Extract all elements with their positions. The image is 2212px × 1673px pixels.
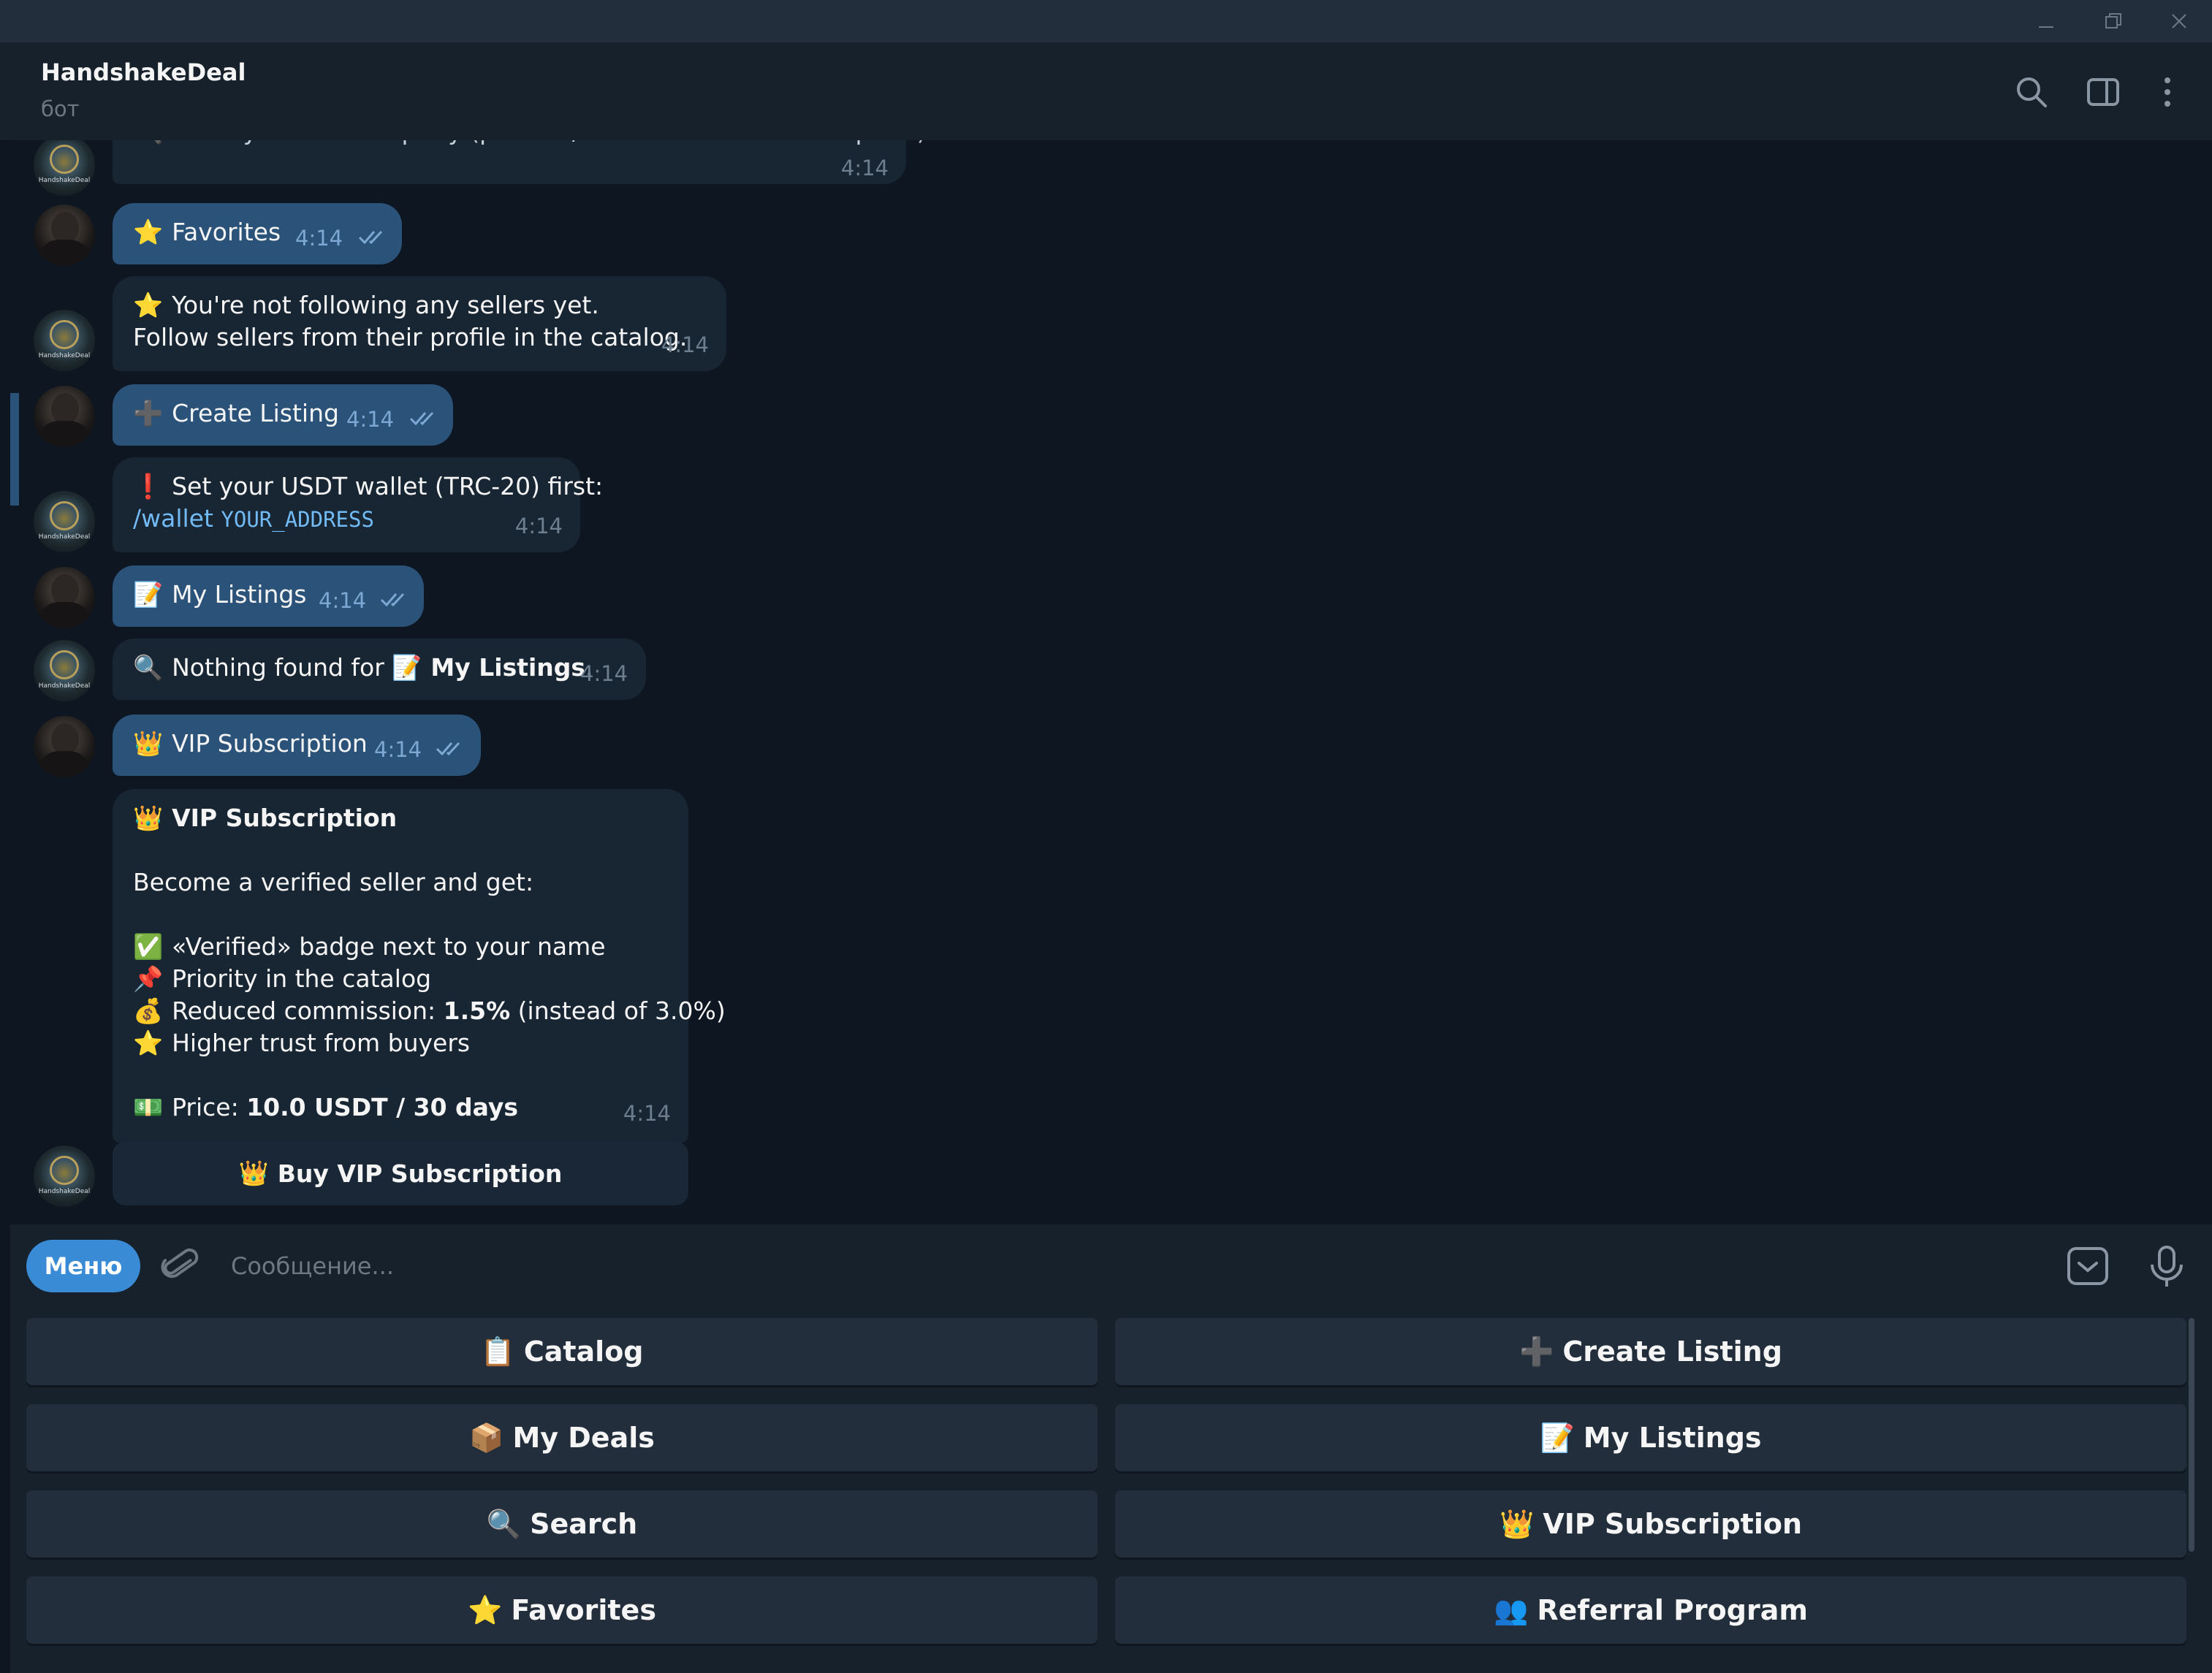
selection-indicator [10, 393, 19, 506]
message-set-wallet: ❗ Set your USDT wallet (TRC-20) first: /w… [113, 457, 603, 552]
minimize-icon[interactable] [2017, 0, 2075, 42]
keyboard-button-referral-program[interactable]: 👥 Referral Program [1115, 1577, 2186, 1644]
chat-header[interactable]: HandshakeDeal бот [0, 42, 2212, 142]
message-nothing-found: 🔍 Nothing found for 📝 My Listings. 4:14 [113, 639, 646, 700]
buy-vip-inline-button[interactable]: 👑 Buy VIP Subscription [113, 1141, 688, 1205]
message-composer: Меню [10, 1224, 2212, 1305]
user-avatar[interactable] [34, 716, 95, 777]
keyboard-button-catalog[interactable]: 📋 Catalog [26, 1318, 1098, 1385]
user-avatar[interactable] [34, 567, 95, 628]
keyboard-button-create-listing[interactable]: ➕ Create Listing [1115, 1318, 2186, 1385]
microphone-icon[interactable] [2141, 1241, 2192, 1292]
keyboard-button-my-deals[interactable]: 📦 My Deals [26, 1404, 1098, 1471]
restore-icon[interactable] [2084, 0, 2143, 42]
close-icon[interactable] [2150, 0, 2208, 42]
bot-avatar[interactable]: HandshakeDeal [34, 491, 95, 552]
keyboard-button-vip-subscription[interactable]: 👑 VIP Subscription [1115, 1490, 2186, 1558]
message-favorites: ⭐ Favorites 4:14 [113, 203, 402, 264]
bot-avatar[interactable]: HandshakeDeal [34, 1146, 95, 1207]
user-avatar[interactable] [34, 386, 95, 447]
wallet-address-code[interactable]: YOUR_ADDRESS [221, 507, 374, 532]
read-checkmarks-icon [358, 230, 383, 245]
bot-avatar[interactable]: HandshakeDeal [34, 640, 95, 701]
wallet-command-link[interactable]: /wallet [133, 504, 213, 533]
bot-avatar[interactable]: HandshakeDeal [34, 310, 95, 371]
menu-button[interactable]: Меню [26, 1240, 140, 1292]
message-create-listing: ➕ Create Listing 4:14 [113, 384, 453, 446]
message-my-listings: 📝 My Listings 4:14 [113, 565, 424, 627]
message-list[interactable]: HandshakeDeal 🔍 Enter your search query … [10, 140, 2212, 1224]
keyboard-button-search[interactable]: 🔍 Search [26, 1490, 1098, 1558]
keyboard-button-my-listings[interactable]: 📝 My Listings [1115, 1404, 2186, 1471]
reply-keyboard: 📋 Catalog ➕ Create Listing 📦 My Deals 📝 My L… [10, 1305, 2212, 1673]
read-checkmarks-icon [436, 742, 460, 756]
attach-icon[interactable] [155, 1241, 206, 1292]
chat-title[interactable]: HandshakeDeal [41, 58, 246, 86]
keyboard-button-favorites[interactable]: ⭐ Favorites [26, 1577, 1098, 1644]
sidebar-toggle-icon[interactable] [2081, 70, 2125, 114]
message-input[interactable] [229, 1245, 2015, 1287]
bot-keyboard-toggle-icon[interactable] [2062, 1241, 2113, 1292]
search-icon[interactable] [2010, 70, 2053, 114]
keyboard-scrollbar[interactable] [2189, 1318, 2194, 1552]
message-search-prompt: 🔍 Enter your search query (product/servi… [113, 140, 935, 184]
bot-avatar[interactable]: HandshakeDeal [34, 140, 95, 196]
message-not-following: ⭐ You're not following any sellers yet. F… [113, 276, 726, 371]
read-checkmarks-icon [409, 411, 434, 426]
user-avatar[interactable] [34, 205, 95, 266]
message-vip-details: 👑 VIP Subscription Become a verified sell… [113, 789, 726, 1143]
more-options-icon[interactable] [2146, 70, 2189, 114]
chat-subtitle: бот [41, 96, 80, 121]
message-vip-subscription: 👑 VIP Subscription 4:14 [113, 714, 481, 776]
window-titlebar [0, 0, 2212, 42]
read-checkmarks-icon [380, 592, 405, 607]
